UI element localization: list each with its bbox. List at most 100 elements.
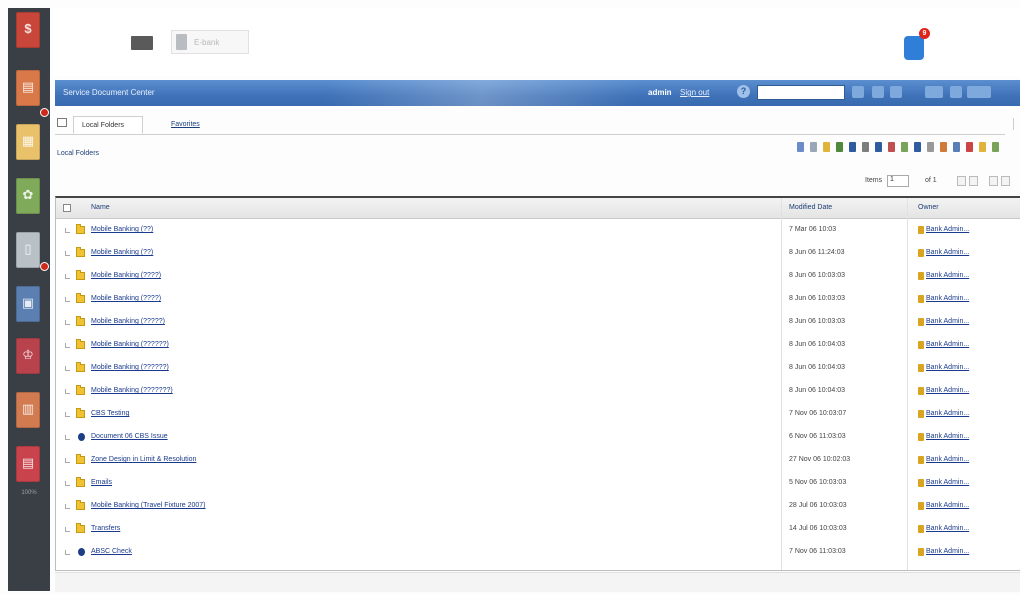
row-name-link[interactable]: Mobile Banking (Travel Fixture 2007) <box>91 502 206 509</box>
breadcrumb[interactable]: Local Folders <box>57 150 99 157</box>
dock-tile-2[interactable]: ▤ <box>16 70 40 106</box>
row-owner-link[interactable]: Bank Admin... <box>926 318 969 325</box>
table-row[interactable]: Transfers 14 Jul 06 10:03:03 Bank Admin... <box>56 519 1020 542</box>
delete-icon[interactable] <box>888 142 895 152</box>
user-icon[interactable] <box>890 86 902 98</box>
row-owner-link[interactable]: Bank Admin... <box>926 548 969 555</box>
new-folder-icon[interactable] <box>823 142 830 152</box>
settings-icon[interactable] <box>872 86 884 98</box>
keyboard-icon[interactable] <box>131 36 153 50</box>
row-owner-link[interactable]: Bank Admin... <box>926 295 969 302</box>
menu-icon[interactable] <box>950 86 962 98</box>
help-icon[interactable]: ? <box>737 85 750 98</box>
row-name-link[interactable]: Mobile Banking (?????) <box>91 318 165 325</box>
row-owner-link[interactable]: Bank Admin... <box>926 410 969 417</box>
table-row[interactable]: Document 06 CBS Issue 6 Nov 06 11:03:03 Ba… <box>56 427 1020 450</box>
row-owner-link[interactable]: Bank Admin... <box>926 364 969 371</box>
row-expander-icon[interactable] <box>65 481 70 486</box>
row-owner-link[interactable]: Bank Admin... <box>926 249 969 256</box>
grid-icon[interactable] <box>57 118 67 127</box>
table-row[interactable]: Mobile Banking (????) 8 Jun 06 10:03:03 Ba… <box>56 289 1020 312</box>
column-header-modified[interactable]: Modified Date <box>789 204 832 211</box>
logout-button[interactable] <box>925 86 943 98</box>
row-name-link[interactable]: Mobile Banking (??) <box>91 226 153 233</box>
table-row[interactable]: Mobile Banking (??) 8 Jun 06 11:24:03 Bank… <box>56 243 1020 266</box>
row-name-link[interactable]: CBS Testing <box>91 410 129 417</box>
notification-icon[interactable]: 9 <box>904 28 930 60</box>
row-name-link[interactable]: Transfers <box>91 525 120 532</box>
table-row[interactable]: Emails 5 Nov 06 10:03:03 Bank Admin... <box>56 473 1020 496</box>
row-name-link[interactable]: Zone Design in Limit & Resolution <box>91 456 196 463</box>
prev-page-button[interactable] <box>957 176 966 186</box>
help-button[interactable] <box>967 86 991 98</box>
table-row[interactable]: Mobile Banking (?????) 8 Jun 06 10:03:03 B… <box>56 312 1020 335</box>
row-owner-link[interactable]: Bank Admin... <box>926 387 969 394</box>
dock-tile-4[interactable]: ✿ <box>16 178 40 214</box>
table-row[interactable]: Mobile Banking (??????) 8 Jun 06 10:04:03… <box>56 335 1020 358</box>
move-icon[interactable] <box>862 142 869 152</box>
table-row[interactable]: Mobile Banking (??) 7 Mar 06 10:03 Bank Ad… <box>56 220 1020 243</box>
row-name-link[interactable]: Mobile Banking (??????) <box>91 364 169 371</box>
row-owner-link[interactable]: Bank Admin... <box>926 479 969 486</box>
row-name-link[interactable]: Mobile Banking (????) <box>91 295 161 302</box>
list-view-icon[interactable] <box>797 142 804 152</box>
first-page-button[interactable] <box>989 176 998 186</box>
tab-favorites[interactable]: Favorites <box>163 116 215 134</box>
row-expander-icon[interactable] <box>65 320 70 325</box>
dock-tile-5[interactable]: ▯ <box>16 232 40 268</box>
row-expander-icon[interactable] <box>65 550 70 555</box>
row-name-link[interactable]: ABSC Check <box>91 548 132 555</box>
search-icon[interactable] <box>852 86 864 98</box>
search-input[interactable] <box>757 85 845 100</box>
next-page-button[interactable] <box>969 176 978 186</box>
dock-tile-3[interactable]: ▦ <box>16 124 40 160</box>
copy-icon[interactable] <box>849 142 856 152</box>
row-name-link[interactable]: Mobile Banking (???????) <box>91 387 173 394</box>
dock-tile-1[interactable]: $ <box>16 12 40 48</box>
flag-icon[interactable] <box>966 142 973 152</box>
row-expander-icon[interactable] <box>65 412 70 417</box>
row-name-link[interactable]: Mobile Banking (????) <box>91 272 161 279</box>
table-row[interactable]: Zone Design in Limit & Resolution 27 Nov … <box>56 450 1020 473</box>
row-owner-link[interactable]: Bank Admin... <box>926 525 969 532</box>
document-selector[interactable]: E-bank <box>171 30 249 54</box>
select-all-checkbox[interactable] <box>63 204 71 212</box>
table-row[interactable]: Mobile Banking (Travel Fixture 2007) 28 J… <box>56 496 1020 519</box>
row-name-link[interactable]: Emails <box>91 479 112 486</box>
edit-icon[interactable] <box>875 142 882 152</box>
row-name-link[interactable]: Document 06 CBS Issue <box>91 433 168 440</box>
row-owner-link[interactable]: Bank Admin... <box>926 226 969 233</box>
star-icon[interactable] <box>979 142 986 152</box>
refresh-icon[interactable] <box>992 142 999 152</box>
export-icon[interactable] <box>940 142 947 152</box>
table-row[interactable]: Mobile Banking (????) 8 Jun 06 10:03:03 Ba… <box>56 266 1020 289</box>
details-icon[interactable] <box>810 142 817 152</box>
dock-tile-8[interactable]: ▥ <box>16 392 40 428</box>
row-expander-icon[interactable] <box>65 527 70 532</box>
row-name-link[interactable]: Mobile Banking (??????) <box>91 341 169 348</box>
column-header-name[interactable]: Name <box>91 204 110 211</box>
row-expander-icon[interactable] <box>65 389 70 394</box>
row-name-link[interactable]: Mobile Banking (??) <box>91 249 153 256</box>
last-page-button[interactable] <box>1001 176 1010 186</box>
row-expander-icon[interactable] <box>65 228 70 233</box>
row-owner-link[interactable]: Bank Admin... <box>926 456 969 463</box>
print-icon[interactable] <box>927 142 934 152</box>
download-icon[interactable] <box>914 142 921 152</box>
table-row[interactable]: ABSC Check 7 Nov 06 11:03:03 Bank Admin... <box>56 542 1020 565</box>
row-expander-icon[interactable] <box>65 343 70 348</box>
row-owner-link[interactable]: Bank Admin... <box>926 502 969 509</box>
table-row[interactable]: CBS Testing 7 Nov 06 10:03:07 Bank Admin..… <box>56 404 1020 427</box>
row-expander-icon[interactable] <box>65 297 70 302</box>
row-expander-icon[interactable] <box>65 274 70 279</box>
row-expander-icon[interactable] <box>65 251 70 256</box>
tab-local-folders[interactable]: Local Folders <box>73 116 143 134</box>
row-expander-icon[interactable] <box>65 458 70 463</box>
column-header-owner[interactable]: Owner <box>918 204 939 211</box>
row-owner-link[interactable]: Bank Admin... <box>926 433 969 440</box>
dock-tile-7[interactable]: ♔ <box>16 338 40 374</box>
link-icon[interactable] <box>953 142 960 152</box>
row-expander-icon[interactable] <box>65 504 70 509</box>
table-row[interactable]: Mobile Banking (??????) 8 Jun 06 10:04:03… <box>56 358 1020 381</box>
upload-icon[interactable] <box>836 142 843 152</box>
